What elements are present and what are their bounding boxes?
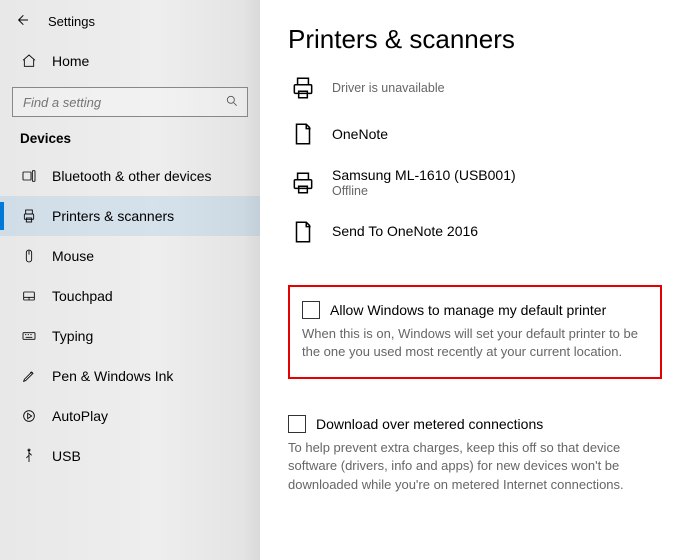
nav-home-label: Home — [52, 53, 89, 69]
autoplay-icon — [20, 408, 38, 424]
sidebar-item-autoplay[interactable]: AutoPlay — [0, 396, 260, 436]
checkbox-icon[interactable] — [288, 415, 306, 433]
usb-icon — [20, 448, 38, 464]
device-status: Driver is unavailable — [332, 81, 445, 96]
sidebar-item-touchpad[interactable]: Touchpad — [0, 276, 260, 316]
keyboard-icon — [20, 328, 38, 344]
device-status: Offline — [332, 184, 516, 199]
checkbox-label: Allow Windows to manage my default print… — [330, 302, 606, 318]
sidebar-item-printers[interactable]: Printers & scanners — [0, 196, 260, 236]
search-icon — [225, 94, 239, 111]
back-arrow-icon[interactable] — [14, 12, 30, 31]
sidebar-item-label: Bluetooth & other devices — [52, 168, 212, 184]
device-name: OneNote — [332, 126, 388, 143]
search-container — [0, 81, 260, 131]
app-title: Settings — [48, 14, 95, 29]
sidebar-group-heading: Devices — [0, 131, 260, 156]
option-description: When this is on, Windows will set your d… — [302, 325, 648, 361]
device-item[interactable]: Send To OneNote 2016 — [288, 211, 662, 257]
main-content: Printers & scanners Driver is unavailabl… — [260, 0, 680, 560]
pen-icon — [20, 368, 38, 384]
sidebar-item-label: Mouse — [52, 248, 94, 264]
printer-icon — [288, 170, 318, 196]
devices-icon — [20, 168, 38, 184]
page-title: Printers & scanners — [288, 24, 662, 55]
sidebar-item-label: AutoPlay — [52, 408, 108, 424]
nav-home[interactable]: Home — [0, 41, 260, 81]
sidebar-item-label: Printers & scanners — [52, 208, 174, 224]
checkbox-label: Download over metered connections — [316, 416, 543, 432]
sidebar-item-label: USB — [52, 448, 81, 464]
option-metered: Download over metered connections To hel… — [288, 415, 662, 494]
checkbox-icon[interactable] — [302, 301, 320, 319]
topbar: Settings — [0, 8, 260, 41]
document-icon — [288, 121, 318, 147]
option-description: To help prevent extra charges, keep this… — [288, 439, 662, 494]
sidebar-item-mouse[interactable]: Mouse — [0, 236, 260, 276]
search-box[interactable] — [12, 87, 248, 117]
sidebar-item-usb[interactable]: USB — [0, 436, 260, 476]
sidebar: Settings Home Devices Bluetooth & other … — [0, 0, 260, 560]
document-icon — [288, 219, 318, 245]
device-item[interactable]: Samsung ML-1610 (USB001) Offline — [288, 159, 662, 211]
sidebar-item-label: Pen & Windows Ink — [52, 368, 173, 384]
sidebar-item-label: Touchpad — [52, 288, 113, 304]
device-name: Samsung ML-1610 (USB001) — [332, 167, 516, 184]
sidebar-nav: Bluetooth & other devices Printers & sca… — [0, 156, 260, 476]
device-item[interactable]: Driver is unavailable — [288, 67, 662, 113]
device-item[interactable]: OneNote — [288, 113, 662, 159]
device-list: Driver is unavailable OneNote Samsung ML… — [288, 67, 662, 257]
sidebar-item-label: Typing — [52, 328, 93, 344]
mouse-icon — [20, 248, 38, 264]
printer-icon — [20, 208, 38, 224]
sidebar-item-bluetooth[interactable]: Bluetooth & other devices — [0, 156, 260, 196]
touchpad-icon — [20, 288, 38, 304]
device-name: Send To OneNote 2016 — [332, 223, 478, 240]
checkbox-row[interactable]: Download over metered connections — [288, 415, 662, 433]
home-icon — [20, 53, 38, 69]
sidebar-item-typing[interactable]: Typing — [0, 316, 260, 356]
printer-icon — [288, 75, 318, 101]
search-input[interactable] — [23, 95, 225, 110]
option-default-printer: Allow Windows to manage my default print… — [288, 285, 662, 379]
checkbox-row[interactable]: Allow Windows to manage my default print… — [302, 301, 648, 319]
sidebar-item-pen[interactable]: Pen & Windows Ink — [0, 356, 260, 396]
